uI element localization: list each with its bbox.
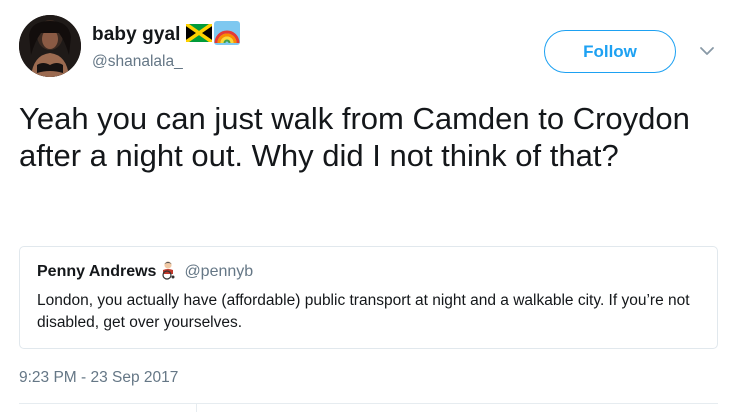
quoted-tweet-header: Penny Andrews @pennyb	[37, 260, 253, 284]
divider	[19, 403, 718, 404]
wheelchair-user-icon	[158, 260, 178, 285]
divider-tick	[196, 404, 197, 412]
rainbow-icon	[213, 20, 240, 50]
follow-button[interactable]: Follow	[544, 30, 676, 73]
quoted-tweet[interactable]: Penny Andrews @pennyb London, you actual…	[19, 246, 718, 349]
tweet-card: baby gyal @shanalala_ Follow Yeah you ca…	[0, 0, 736, 412]
user-handle[interactable]: @shanalala_	[92, 53, 240, 71]
quoted-display-name: Penny Andrews	[37, 263, 157, 280]
author-block: baby gyal @shanalala_	[92, 20, 240, 71]
display-name-row: baby gyal	[92, 20, 240, 50]
quoted-tweet-text: London, you actually have (affordable) p…	[37, 292, 690, 331]
avatar[interactable]	[19, 15, 81, 77]
tweet-timestamp[interactable]: 9:23 PM - 23 Sep 2017	[19, 369, 178, 387]
jamaica-flag-icon	[184, 22, 213, 47]
chevron-down-icon[interactable]	[698, 44, 716, 58]
quoted-handle: @pennyb	[184, 263, 254, 280]
tweet-text: Yeah you can just walk from Camden to Cr…	[19, 101, 690, 173]
avatar-image	[19, 15, 81, 77]
display-name[interactable]: baby gyal	[92, 24, 181, 46]
